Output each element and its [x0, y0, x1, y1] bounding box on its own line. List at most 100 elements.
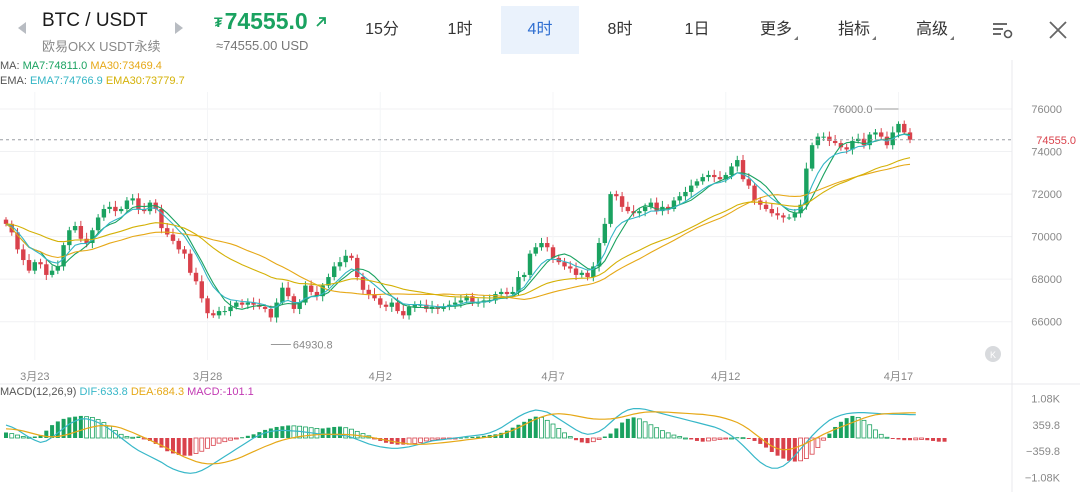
macd-bar	[861, 419, 867, 439]
macd-bar	[188, 438, 193, 456]
candle-body	[366, 289, 371, 295]
candle-body	[654, 202, 659, 212]
macd-bar	[205, 437, 210, 449]
macd-bar	[268, 428, 273, 438]
x-tick-label: 4月7	[541, 371, 564, 383]
macd-bar	[562, 432, 567, 439]
macd-bar	[890, 438, 895, 439]
macd-bar	[654, 427, 660, 439]
macd-bar	[228, 437, 233, 441]
candle-body	[308, 285, 314, 292]
candle-body	[49, 270, 55, 275]
price-chart[interactable]: 76000 74000 72000 70000 68000 66000 3月23 3月28 4月…	[0, 0, 1080, 492]
macd-bar	[602, 436, 607, 438]
macd-bar	[636, 418, 642, 439]
candle-body	[792, 213, 798, 218]
y-tick-label: 70000	[1031, 232, 1062, 244]
candle-body	[285, 287, 291, 297]
low-annotation: 64930.8	[293, 339, 333, 351]
macd-bar	[913, 437, 919, 441]
candle-body	[619, 196, 625, 207]
reset-view-glyph: K	[990, 350, 996, 360]
candle-body	[907, 132, 913, 140]
candle-body	[775, 213, 780, 216]
macd-bar	[844, 418, 849, 438]
candle-body	[118, 208, 124, 212]
macd-bar	[660, 430, 665, 439]
ma7-line	[5, 133, 911, 310]
x-tick-label: 4月12	[711, 371, 740, 383]
macd-bar	[337, 426, 342, 438]
macd-bar	[435, 437, 441, 440]
candle-body	[683, 191, 688, 197]
candle-body	[349, 255, 354, 258]
macd-bar	[556, 428, 562, 439]
candle-body	[568, 266, 573, 269]
candle-body	[786, 217, 792, 219]
macd-bar	[585, 438, 590, 444]
candle-body	[614, 194, 619, 197]
macd-bar	[873, 429, 878, 439]
candle-body	[562, 262, 567, 267]
macd-bar	[291, 425, 297, 439]
macd-bar	[677, 436, 683, 439]
candle-body	[729, 166, 734, 175]
candle-body	[533, 247, 538, 254]
macd-bar	[544, 419, 550, 439]
candle-body	[498, 291, 504, 295]
macd-bar	[15, 434, 20, 439]
candle-body	[78, 226, 84, 239]
high-annotation: 76000.0	[833, 104, 873, 116]
macd-bar	[723, 437, 729, 440]
candle-body	[573, 268, 579, 275]
macd-bar	[815, 437, 821, 448]
candle-body	[44, 264, 49, 275]
candle-body	[193, 272, 199, 282]
candle-body	[176, 240, 181, 250]
macd-bar	[240, 437, 245, 439]
candle-body	[677, 196, 682, 201]
macd-bar	[729, 437, 734, 440]
candle-body	[130, 198, 135, 201]
macd-bar	[579, 438, 584, 443]
macd-bar	[746, 438, 751, 439]
candle-body	[268, 308, 274, 318]
macd-bar	[936, 438, 941, 442]
macd-bar	[222, 437, 228, 443]
candle-body	[637, 211, 642, 214]
candle-body	[844, 147, 849, 150]
macd-bar	[752, 438, 757, 441]
macd-bar	[423, 437, 429, 442]
candle-body	[343, 255, 348, 263]
candle-body	[38, 262, 43, 265]
y-tick-label: 76000	[1031, 104, 1062, 116]
candle-body	[896, 123, 901, 133]
candle-body	[280, 287, 285, 303]
candle-body	[452, 302, 458, 305]
macd-bar	[326, 427, 331, 438]
candle-body	[504, 291, 510, 295]
ema30-line	[5, 157, 911, 299]
macd-tick-label: 359.8	[1032, 420, 1060, 432]
macd-bar	[320, 428, 325, 438]
y-tick-label: 72000	[1031, 189, 1062, 201]
macd-bar	[620, 422, 625, 438]
candle-body	[740, 160, 746, 180]
candle-body	[136, 198, 141, 209]
candle-body	[735, 160, 740, 167]
macd-bar	[130, 436, 136, 439]
macd-bar	[608, 433, 613, 438]
macd-bar	[884, 436, 890, 439]
y-tick-label: 74000	[1031, 147, 1062, 159]
macd-bar	[210, 437, 216, 446]
macd-bar	[665, 432, 671, 439]
candle-body	[395, 302, 400, 312]
macd-bar	[216, 437, 222, 444]
macd-bar	[689, 438, 694, 440]
macd-bar	[4, 432, 8, 438]
macd-bar	[136, 436, 141, 438]
macd-bar	[245, 435, 250, 438]
candle-body	[239, 302, 245, 305]
macd-bar	[567, 436, 573, 439]
candle-body	[355, 257, 360, 278]
